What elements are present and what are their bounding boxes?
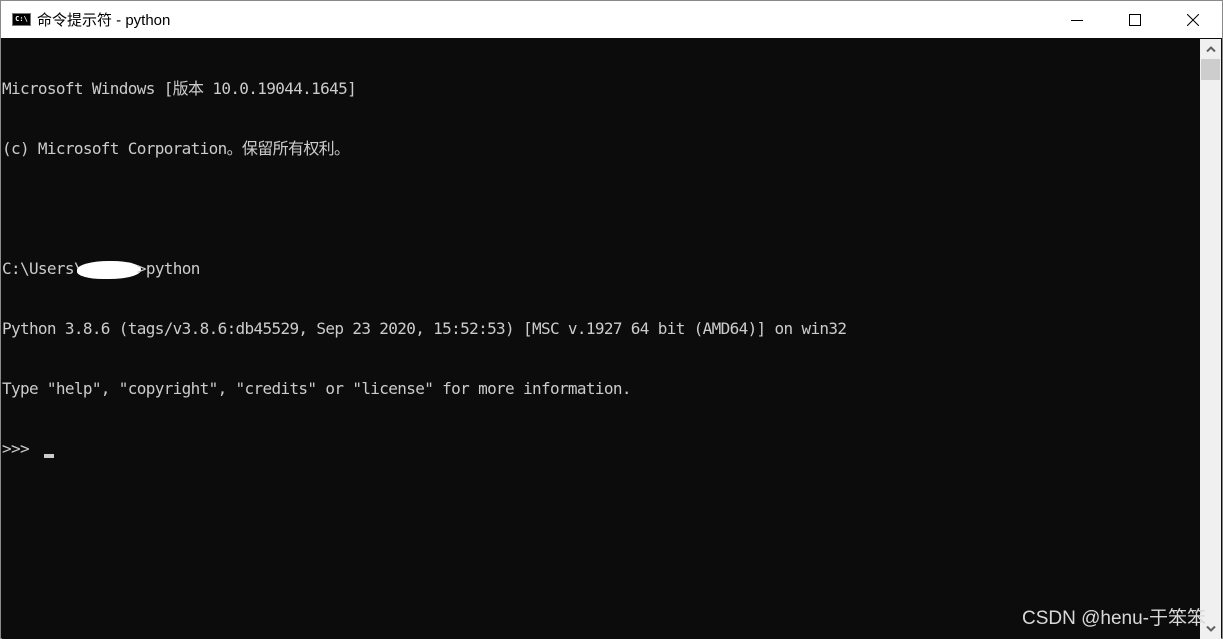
scroll-thumb[interactable] bbox=[1201, 59, 1220, 80]
minimize-button[interactable] bbox=[1048, 1, 1106, 38]
csdn-watermark: CSDN @henu-于笨笨 bbox=[1022, 608, 1206, 629]
redacted-username bbox=[76, 260, 141, 279]
close-button[interactable] bbox=[1164, 1, 1222, 38]
title-bar[interactable]: C:\ 命令提示符 - python bbox=[1, 1, 1222, 38]
window-title: 命令提示符 - python bbox=[37, 12, 171, 29]
console-prompt-line: C:\Users\ >python bbox=[2, 259, 1200, 279]
console-line: Python 3.8.6 (tags/v3.8.6:db45529, Sep 2… bbox=[2, 319, 847, 338]
console-line: Microsoft Windows [版本 10.0.19044.1645] bbox=[2, 79, 357, 98]
command-prompt-window: C:\ 命令提示符 - python Microsoft Windows [版本… bbox=[0, 0, 1223, 639]
maximize-button[interactable] bbox=[1106, 1, 1164, 38]
scroll-up-button[interactable] bbox=[1200, 39, 1221, 59]
prompt-command: >python bbox=[136, 259, 201, 278]
text-cursor bbox=[43, 454, 54, 458]
prompt-path: C:\Users\ bbox=[2, 259, 84, 278]
console-line: Type "help", "copyright", "credits" or "… bbox=[2, 379, 631, 398]
console-output[interactable]: Microsoft Windows [版本 10.0.19044.1645] (… bbox=[2, 39, 1200, 639]
window-controls bbox=[1048, 1, 1222, 38]
maximize-icon bbox=[1129, 13, 1141, 26]
minimize-icon bbox=[1071, 19, 1083, 21]
repl-prompt: >>> bbox=[2, 439, 38, 458]
cmd-app-icon[interactable]: C:\ bbox=[12, 13, 31, 26]
close-icon bbox=[1187, 13, 1199, 26]
vertical-scrollbar[interactable] bbox=[1200, 39, 1221, 639]
console-line: (c) Microsoft Corporation。保留所有权利。 bbox=[2, 139, 350, 158]
repl-prompt-line: >>> bbox=[2, 439, 1200, 459]
chevron-down-icon bbox=[1205, 626, 1216, 632]
chevron-up-icon bbox=[1205, 46, 1216, 52]
